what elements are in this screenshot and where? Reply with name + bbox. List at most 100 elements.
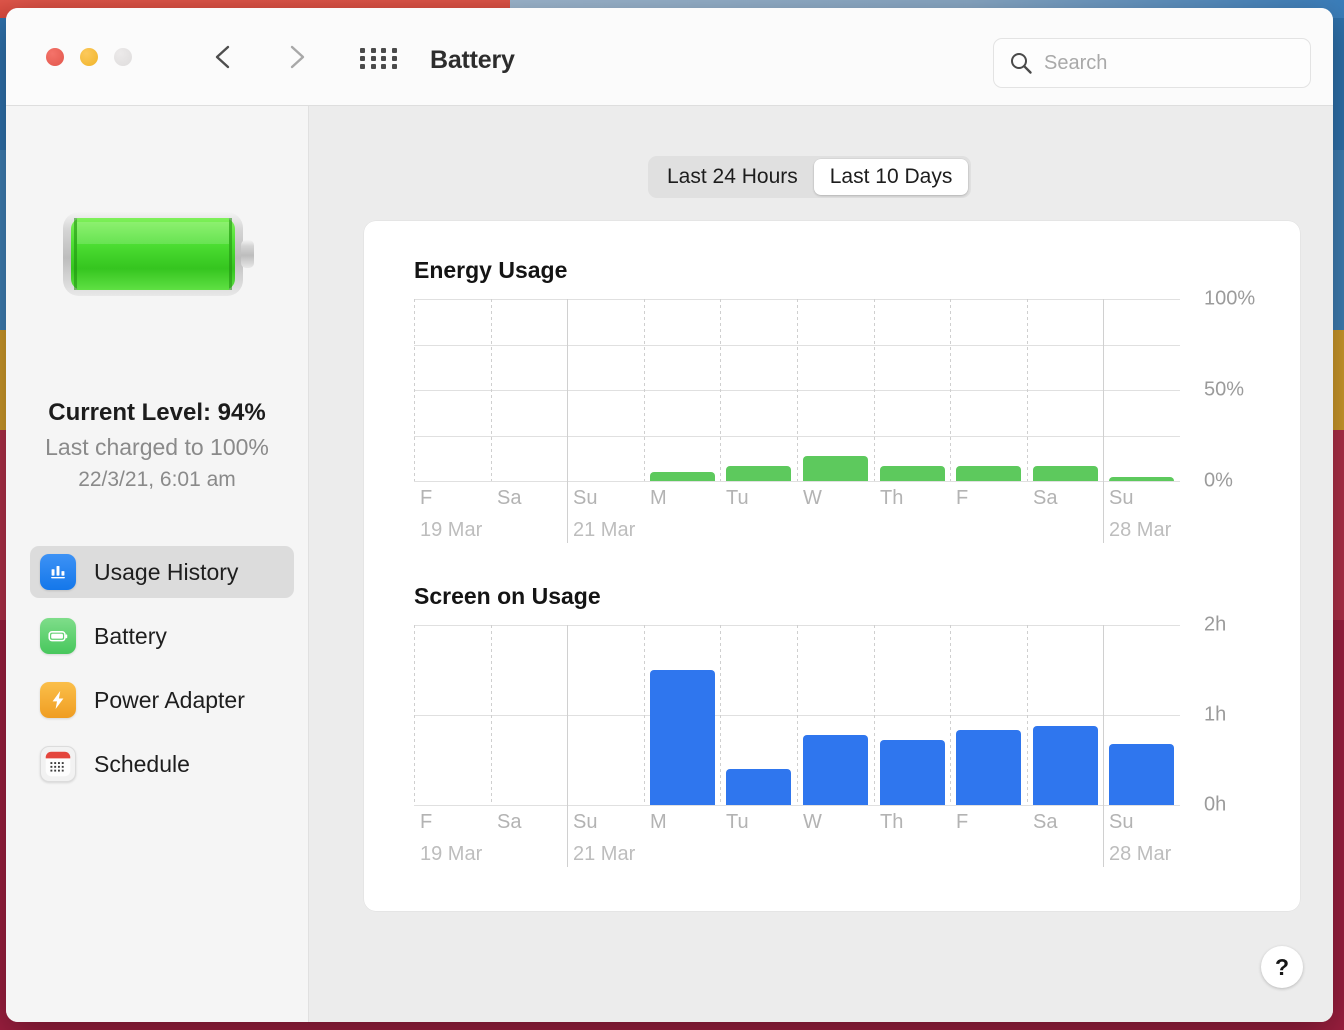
battery-preferences-window: Battery Search Current Level: 94% Last c… bbox=[6, 8, 1333, 1022]
bolt-icon bbox=[40, 682, 76, 718]
y-axis-tick-label: 1h bbox=[1204, 703, 1227, 726]
gridline-vertical bbox=[644, 299, 645, 481]
x-axis-day-label: Su bbox=[573, 811, 598, 833]
usage-charts-card: Energy Usage 0% 50% 100% F Sa Su M Tu W Th F Sa Su 19… bbox=[364, 221, 1300, 911]
chart-bar bbox=[880, 740, 945, 805]
gridline-vertical bbox=[720, 299, 721, 481]
y-axis-tick-label: 100% bbox=[1204, 287, 1256, 310]
screen-on-usage-title: Screen on Usage bbox=[414, 583, 601, 609]
x-axis-date-label: 28 Mar bbox=[1109, 843, 1172, 865]
sidebar-item-battery[interactable]: Battery bbox=[30, 610, 294, 662]
sidebar-item-usage-history[interactable]: Usage History bbox=[30, 546, 294, 598]
battery-status-block: Current Level: 94% Last charged to 100% … bbox=[6, 396, 308, 497]
chart-bar bbox=[726, 769, 791, 805]
calendar-icon bbox=[40, 746, 76, 782]
zoom-window-button[interactable] bbox=[114, 48, 132, 66]
sidebar-item-label: Usage History bbox=[94, 558, 239, 585]
gridline-vertical bbox=[1027, 299, 1028, 481]
x-axis-day-label: Th bbox=[880, 487, 904, 509]
gridline-vertical bbox=[1103, 625, 1104, 867]
last-charged-time: 22/3/21, 6:01 am bbox=[78, 468, 236, 492]
segment-last-24-hours[interactable]: Last 24 Hours bbox=[651, 159, 814, 195]
x-axis-day-label: Sa bbox=[497, 811, 522, 833]
x-axis-date-label: 21 Mar bbox=[573, 519, 636, 541]
search-field[interactable] bbox=[993, 38, 1311, 88]
gridline-vertical bbox=[950, 625, 951, 805]
close-window-button[interactable] bbox=[46, 48, 64, 66]
x-axis-day-label: F bbox=[420, 487, 433, 509]
x-axis-day-label: F bbox=[956, 487, 969, 509]
forward-button[interactable] bbox=[280, 40, 314, 74]
x-axis-day-label: Tu bbox=[726, 487, 749, 509]
search-icon bbox=[1011, 53, 1032, 74]
sidebar: Current Level: 94% Last charged to 100% … bbox=[6, 106, 309, 1022]
gridline-vertical bbox=[1027, 625, 1028, 805]
sidebar-item-label: Power Adapter bbox=[94, 686, 245, 713]
segment-last-10-days[interactable]: Last 10 Days bbox=[813, 159, 969, 195]
gridline-vertical bbox=[797, 299, 798, 481]
chart-bar bbox=[1033, 726, 1098, 805]
chart-bar bbox=[726, 466, 791, 481]
chart-bar bbox=[650, 670, 715, 805]
chart-bar bbox=[880, 466, 945, 481]
search-input[interactable] bbox=[1044, 51, 1284, 75]
chevron-right-icon bbox=[290, 45, 305, 69]
gridline-vertical bbox=[491, 625, 492, 805]
main-content: Last 24 Hours Last 10 Days Energy Usage … bbox=[310, 106, 1333, 1022]
x-axis-day-label: Sa bbox=[1033, 811, 1058, 833]
x-axis-date-label: 19 Mar bbox=[420, 843, 483, 865]
minimize-window-button[interactable] bbox=[80, 48, 98, 66]
back-button[interactable] bbox=[206, 40, 240, 74]
gridline-vertical bbox=[567, 625, 568, 867]
y-axis-tick-label: 2h bbox=[1204, 613, 1227, 636]
window-titlebar: Battery bbox=[6, 8, 1333, 106]
gridline-vertical bbox=[950, 299, 951, 481]
x-axis-day-label: F bbox=[420, 811, 433, 833]
sidebar-item-power-adapter[interactable]: Power Adapter bbox=[30, 674, 294, 726]
x-axis-day-label: Sa bbox=[497, 487, 522, 509]
chart-bar bbox=[1109, 744, 1174, 805]
screen-on-usage-chart: 0h 1h 2h F Sa Su M Tu W Th F Sa Su 19 Mar 21 Mar 28 Mar bbox=[414, 614, 1226, 867]
gridline-vertical bbox=[720, 625, 721, 805]
bar-chart-icon bbox=[40, 554, 76, 590]
chart-bar bbox=[803, 456, 868, 481]
gridline-horizontal bbox=[414, 481, 1180, 482]
x-axis-day-label: Tu bbox=[726, 811, 749, 833]
chart-bar bbox=[650, 472, 715, 481]
chart-bar bbox=[1033, 466, 1098, 481]
x-axis-day-label: Th bbox=[880, 811, 904, 833]
sidebar-nav-list: Usage History Battery Power Adapter Sche… bbox=[30, 546, 294, 802]
x-axis-day-label: Sa bbox=[1033, 487, 1058, 509]
x-axis-day-label: W bbox=[803, 487, 822, 509]
help-button[interactable]: ? bbox=[1261, 946, 1303, 988]
energy-usage-title: Energy Usage bbox=[414, 257, 568, 283]
current-level-text: Current Level: 94% bbox=[48, 399, 266, 426]
page-title: Battery bbox=[430, 46, 515, 74]
battery-icon bbox=[40, 618, 76, 654]
gridline-vertical bbox=[644, 625, 645, 805]
last-charged-text: Last charged to 100% bbox=[45, 433, 269, 460]
app-grid-icon[interactable] bbox=[360, 48, 400, 70]
chart-bar bbox=[803, 735, 868, 805]
gridline-vertical bbox=[1103, 299, 1104, 543]
x-axis-date-label: 19 Mar bbox=[420, 519, 483, 541]
gridline-vertical bbox=[874, 625, 875, 805]
gridline-vertical bbox=[567, 299, 568, 543]
sidebar-item-label: Schedule bbox=[94, 750, 190, 777]
gridline-vertical bbox=[414, 299, 415, 481]
chart-bar bbox=[1109, 477, 1174, 481]
x-axis-day-label: M bbox=[650, 487, 667, 509]
x-axis-date-label: 28 Mar bbox=[1109, 519, 1172, 541]
x-axis-day-label: W bbox=[803, 811, 822, 833]
energy-usage-chart: 0% 50% 100% F Sa Su M Tu W Th F Sa Su 19 Mar 21 Mar 28 … bbox=[414, 288, 1255, 543]
gridline-vertical bbox=[797, 625, 798, 805]
gridline-vertical bbox=[491, 299, 492, 481]
battery-full-icon bbox=[63, 212, 254, 296]
time-range-segmented-control[interactable]: Last 24 Hours Last 10 Days bbox=[648, 156, 972, 198]
sidebar-item-schedule[interactable]: Schedule bbox=[30, 738, 294, 790]
gridline-horizontal bbox=[414, 805, 1180, 806]
sidebar-item-label: Battery bbox=[94, 622, 167, 649]
x-axis-day-label: F bbox=[956, 811, 969, 833]
y-axis-tick-label: 0% bbox=[1204, 469, 1233, 492]
x-axis-day-label: Su bbox=[1109, 811, 1134, 833]
